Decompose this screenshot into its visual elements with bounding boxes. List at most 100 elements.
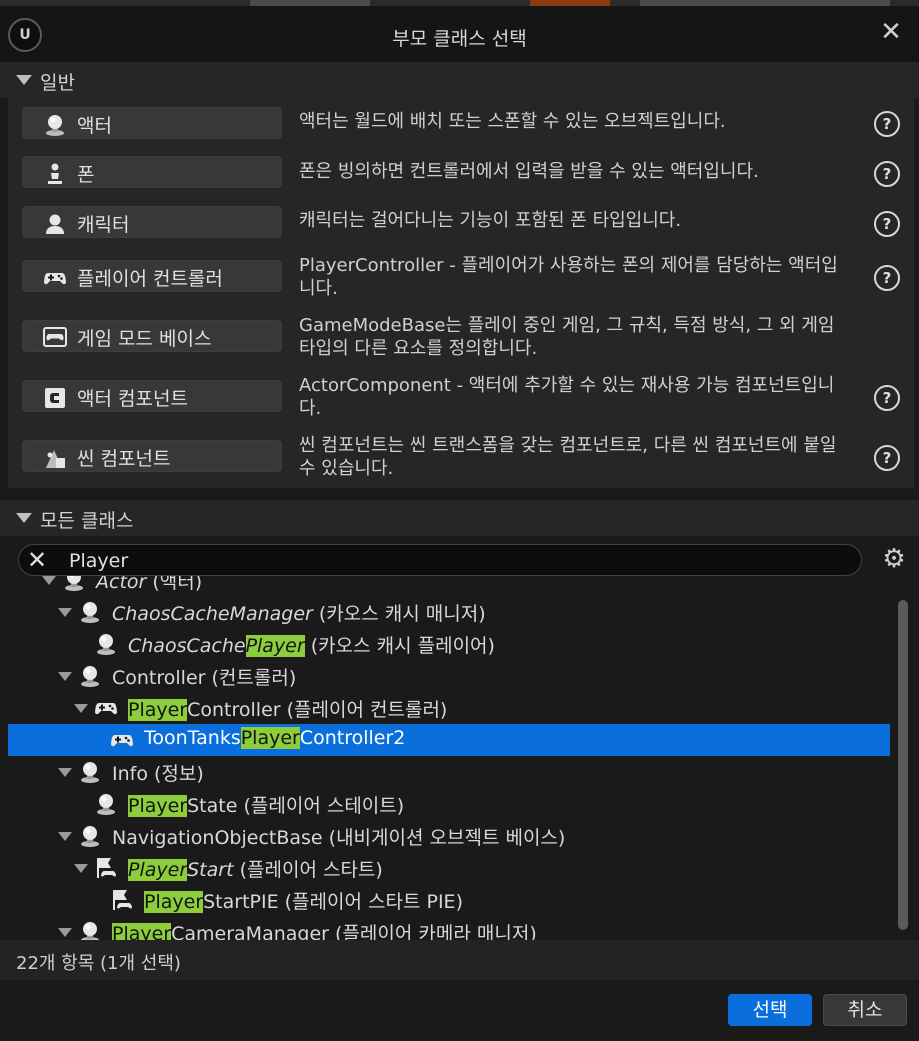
clear-search-icon[interactable]: ✕	[27, 548, 47, 572]
tree-row-label: PlayerStart (플레이어 스타트)	[128, 859, 383, 881]
common-section-header[interactable]: 일반	[0, 62, 919, 98]
actor-icon	[78, 600, 102, 624]
actor-icon	[78, 824, 102, 848]
tree-row[interactable]: ChaosCacheManager (카오스 캐시 매니저)	[8, 596, 890, 628]
actor-component-icon	[43, 386, 67, 408]
class-description: ActorComponent - 액터에 추가할 수 있는 재사용 가능 컴포넌…	[299, 375, 835, 419]
title-bar: U 부모 클래스 선택 ✕	[0, 6, 919, 62]
tree-row-label: Actor (액터)	[96, 576, 203, 593]
expand-arrow-icon[interactable]	[42, 576, 56, 585]
expand-arrow-icon[interactable]	[58, 672, 72, 681]
tree-row[interactable]: NavigationObjectBase (내비게이션 오브젝트 베이스)	[8, 820, 890, 852]
search-match-highlight: Player	[112, 923, 172, 940]
class-button-5[interactable]: 액터 컴포넌트	[22, 380, 282, 412]
tree-row-label: PlayerState (플레이어 스테이트)	[128, 795, 405, 817]
class-description: 씬 컴포넌트는 씬 트랜스폼을 갖는 컴포넌트로, 다른 씬 컴포넌트에 붙일 …	[299, 435, 837, 479]
collapse-triangle-icon	[16, 513, 32, 523]
tree-row-label: ChaosCachePlayer (카오스 캐시 플레이어)	[128, 635, 495, 657]
actor-icon	[62, 576, 86, 592]
tree-row-label: NavigationObjectBase (내비게이션 오브젝트 베이스)	[112, 827, 566, 849]
actor-icon	[78, 920, 102, 940]
tree-row[interactable]: PlayerController (플레이어 컨트롤러)	[8, 692, 890, 724]
expand-arrow-icon[interactable]	[58, 608, 72, 617]
class-button-6[interactable]: 씬 컴포넌트	[22, 440, 282, 472]
class-button-1[interactable]: 폰	[22, 156, 282, 188]
all-classes-section-header[interactable]: 모든 클래스	[0, 500, 919, 536]
class-description: PlayerController - 플레이어가 사용하는 폰의 제어를 담당하…	[299, 255, 838, 299]
gamepad-icon	[43, 266, 67, 288]
expand-arrow-icon[interactable]	[74, 864, 88, 873]
close-icon[interactable]: ✕	[879, 19, 903, 45]
help-icon[interactable]: ?	[874, 265, 900, 291]
collapse-triangle-icon	[16, 75, 32, 85]
tree-row[interactable]: PlayerState (플레이어 스테이트)	[8, 788, 890, 820]
actor-icon	[94, 792, 118, 816]
class-button-label: 폰	[77, 164, 95, 186]
class-button-label: 캐릭터	[77, 214, 130, 236]
help-icon[interactable]: ?	[874, 385, 900, 411]
tree-row[interactable]: PlayerStart (플레이어 스타트)	[8, 852, 890, 884]
class-button-0[interactable]: 액터	[22, 107, 282, 139]
pawn-icon	[43, 162, 67, 184]
class-button-4[interactable]: 게임 모드 베이스	[22, 320, 282, 352]
all-classes-section-label: 모든 클래스	[40, 510, 134, 532]
class-search-box: ✕	[18, 544, 862, 576]
tree-row-label: Info (정보)	[112, 763, 204, 785]
expand-arrow-icon[interactable]	[58, 832, 72, 841]
class-description: 캐릭터는 걸어다니는 기능이 포함된 폰 타입입니다.	[299, 210, 682, 231]
class-button-label: 플레이어 컨트롤러	[77, 268, 223, 290]
search-match-highlight: Player	[128, 795, 188, 817]
tree-row[interactable]: Actor (액터)	[8, 576, 890, 596]
class-button-2[interactable]: 캐릭터	[22, 206, 282, 238]
actor-icon	[78, 664, 102, 688]
tree-row-label: PlayerController (플레이어 컨트롤러)	[128, 699, 448, 721]
class-button-label: 게임 모드 베이스	[77, 328, 212, 350]
tree-scrollbar[interactable]	[898, 600, 908, 930]
scene-component-icon	[43, 446, 67, 468]
tree-row[interactable]: Controller (컨트롤러)	[8, 660, 890, 692]
class-button-label: 씬 컴포넌트	[77, 448, 171, 470]
expand-arrow-icon[interactable]	[58, 928, 72, 937]
actor-icon	[94, 632, 118, 656]
class-button-3[interactable]: 플레이어 컨트롤러	[22, 260, 282, 292]
actor-icon	[78, 760, 102, 784]
expand-arrow-icon[interactable]	[74, 704, 88, 713]
expand-arrow-icon[interactable]	[58, 768, 72, 777]
class-search-input[interactable]	[67, 547, 831, 575]
item-count-status: 22개 항목 (1개 선택)	[16, 953, 181, 974]
tree-row-label: PlayerStartPIE (플레이어 스타트 PIE)	[144, 891, 463, 913]
class-button-label: 액터	[77, 115, 112, 137]
actor-icon	[43, 113, 67, 136]
tree-row[interactable]: ToonTanksPlayerController2	[8, 724, 890, 756]
class-tree: Actor (액터) ChaosCacheManager (카오스 캐시 매니저)…	[8, 576, 898, 940]
class-description: 액터는 월드에 배치 또는 스폰할 수 있는 오브젝트입니다.	[299, 111, 726, 132]
player-start-icon	[94, 856, 118, 880]
gamemode-icon	[43, 326, 67, 348]
select-button[interactable]: 선택	[728, 994, 812, 1026]
tree-row[interactable]: PlayerCameraManager (플레이어 카메라 매니저)	[8, 916, 890, 940]
common-section-label: 일반	[40, 72, 75, 94]
help-icon[interactable]: ?	[874, 111, 900, 137]
tree-row[interactable]: Info (정보)	[8, 756, 890, 788]
search-match-highlight: Player	[245, 635, 305, 657]
tree-row[interactable]: PlayerStartPIE (플레이어 스타트 PIE)	[8, 884, 890, 916]
character-icon	[43, 212, 67, 234]
dialog-title: 부모 클래스 선택	[392, 28, 527, 50]
gamepad-icon	[110, 728, 134, 752]
help-icon[interactable]: ?	[874, 211, 900, 237]
tree-row[interactable]: ChaosCachePlayer (카오스 캐시 플레이어)	[8, 628, 890, 660]
tree-row-label: PlayerCameraManager (플레이어 카메라 매니저)	[112, 919, 537, 940]
tree-row-label: Controller (컨트롤러)	[112, 667, 297, 689]
search-match-highlight: Player	[240, 727, 300, 749]
class-button-label: 액터 컴포넌트	[77, 388, 188, 410]
class-description: GameModeBase는 플레이 중인 게임, 그 규칙, 득점 방식, 그 …	[299, 315, 835, 359]
cancel-button[interactable]: 취소	[823, 994, 907, 1026]
tree-row-label: ChaosCacheManager (카오스 캐시 매니저)	[112, 603, 486, 625]
search-match-highlight: Player	[144, 891, 204, 913]
status-bar: 22개 항목 (1개 선택)	[0, 940, 919, 980]
help-icon[interactable]: ?	[874, 161, 900, 187]
player-start-icon	[110, 888, 134, 912]
gear-icon[interactable]: ⚙	[880, 545, 908, 573]
search-match-highlight: Player	[128, 699, 188, 721]
help-icon[interactable]: ?	[874, 445, 900, 471]
